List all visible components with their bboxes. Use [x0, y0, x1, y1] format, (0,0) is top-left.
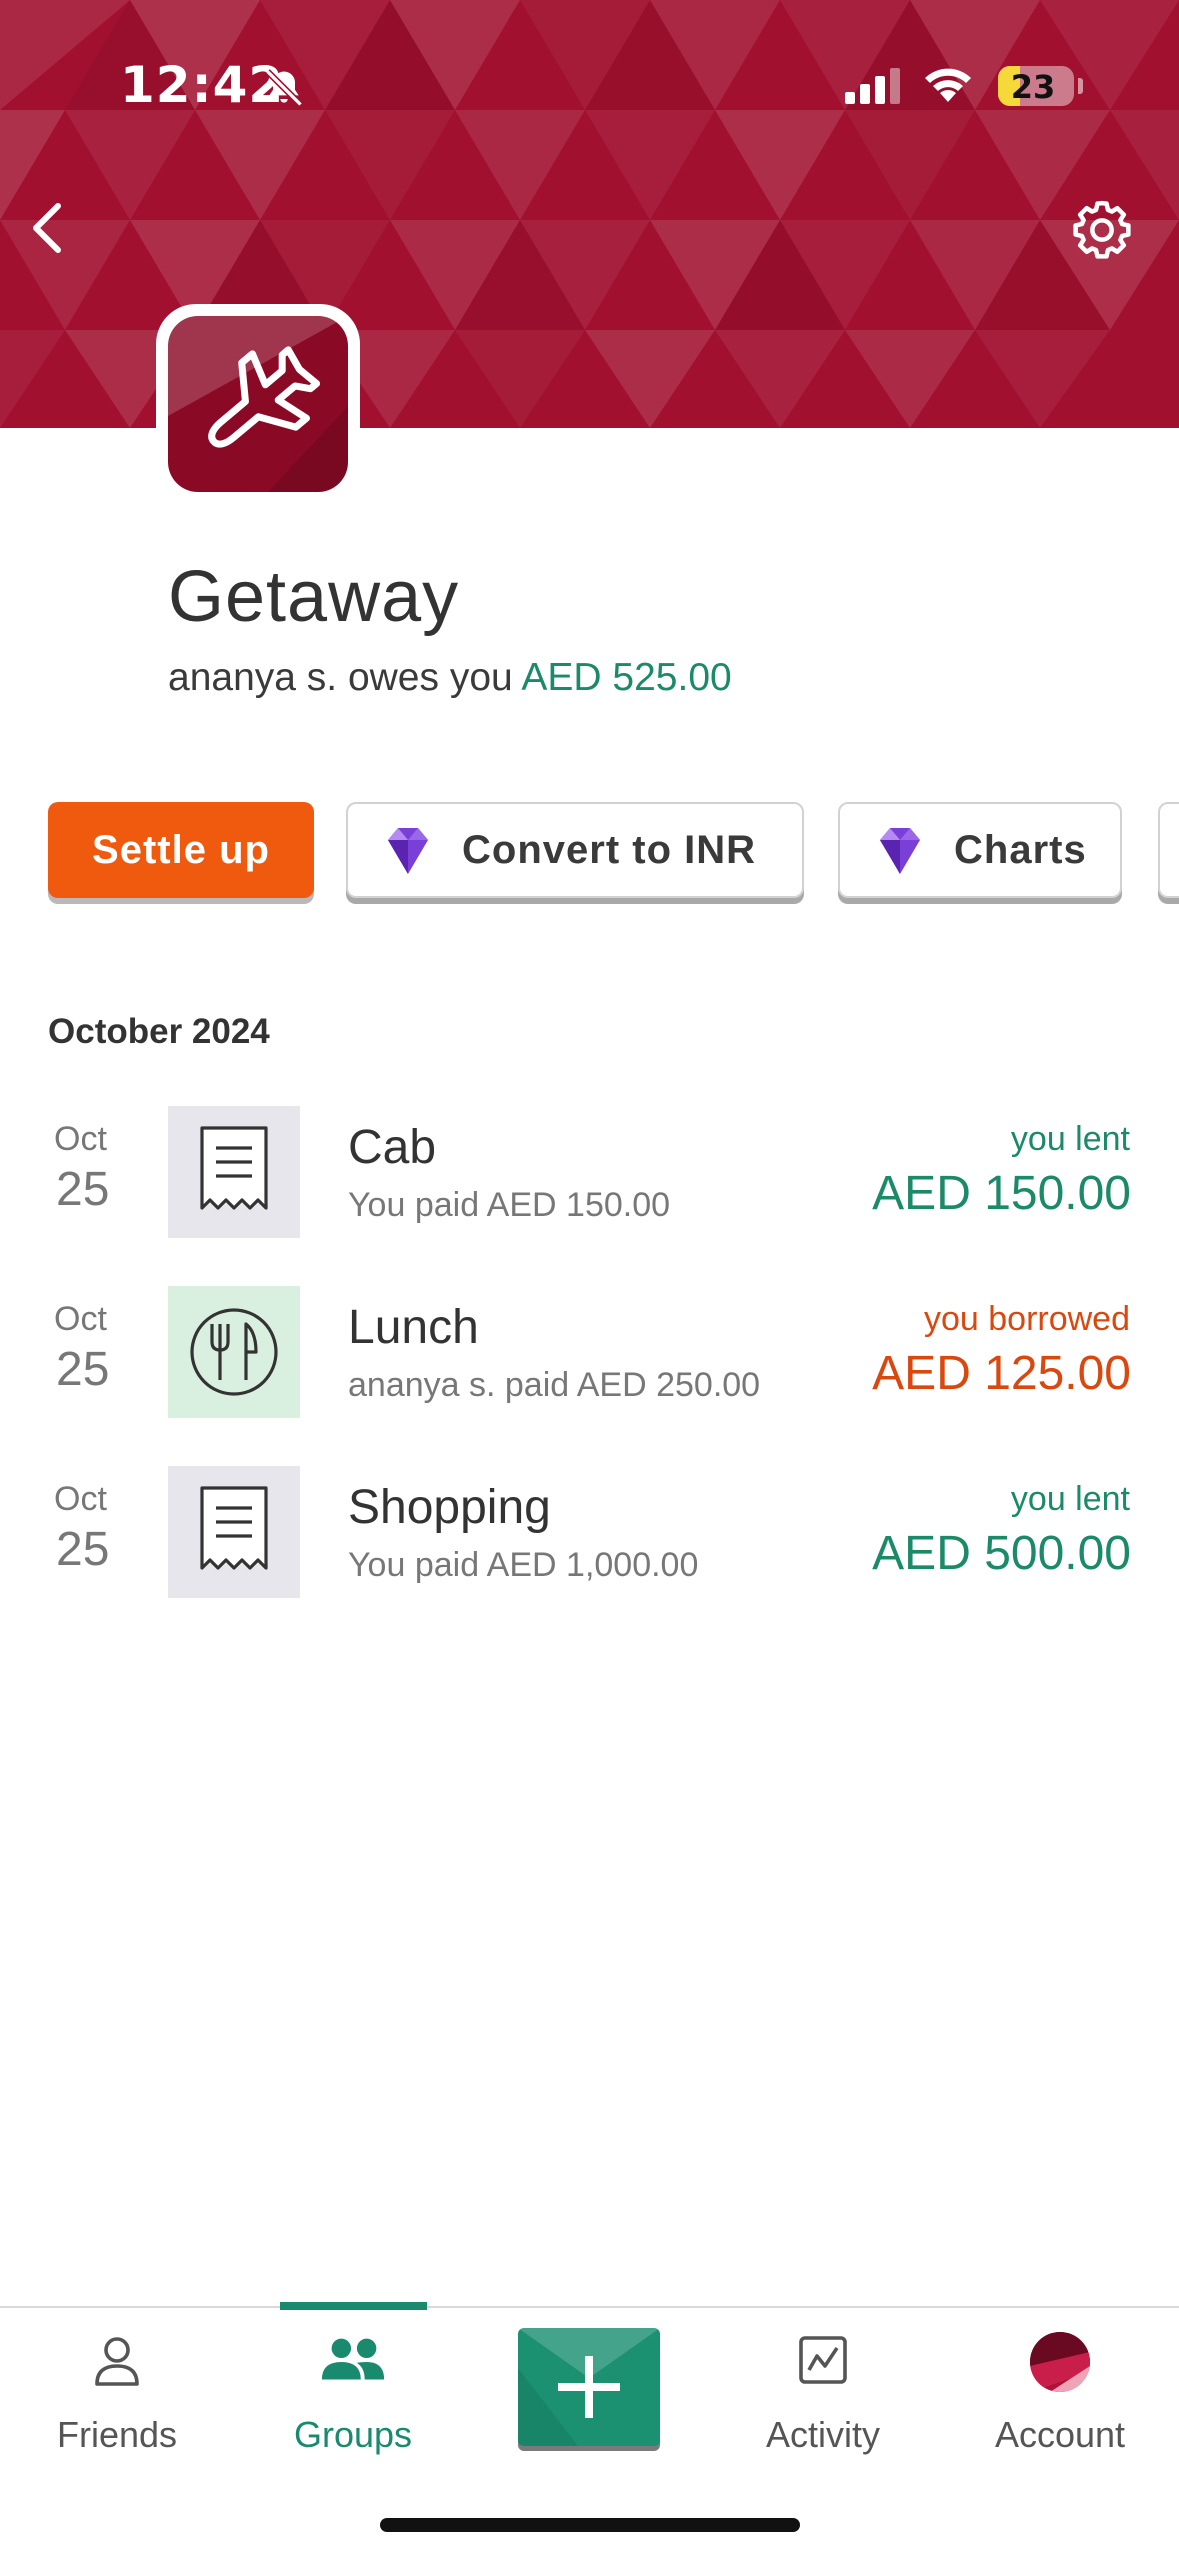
account-avatar-icon [1030, 2332, 1090, 2392]
expense-amount: AED 125.00 [872, 1347, 1131, 1400]
gem-icon [880, 828, 920, 874]
charts-label: Charts [954, 827, 1087, 872]
cellular-signal-icon [845, 68, 900, 104]
expense-amount: AED 500.00 [872, 1527, 1131, 1580]
expense-month: Oct [54, 1120, 107, 1158]
expense-day: 25 [56, 1343, 110, 1396]
settle-up-button[interactable]: Settle up [48, 802, 314, 898]
balance-prefix: ananya s. owes you [168, 656, 513, 699]
gear-icon [1073, 200, 1131, 259]
tab-friends[interactable]: Friends [17, 2308, 217, 2458]
expense-day: 25 [56, 1163, 110, 1216]
status-time: 12:42 [120, 56, 285, 114]
home-indicator [380, 2518, 800, 2532]
bell-slash-icon [265, 69, 303, 107]
expense-title: Shopping [348, 1481, 551, 1534]
receipt-icon [168, 1466, 300, 1598]
wifi-icon [925, 68, 971, 102]
add-expense-button[interactable] [518, 2328, 660, 2446]
expense-paid-by: You paid AED 1,000.00 [348, 1546, 699, 1584]
expense-title: Cab [348, 1121, 437, 1174]
people-icon [321, 2338, 385, 2380]
convert-currency-label: Convert to INR [462, 827, 756, 872]
receipt-icon [168, 1106, 300, 1238]
charts-button[interactable]: Charts [838, 802, 1122, 898]
tab-activity[interactable]: Activity [723, 2308, 923, 2458]
battery-level: 23 [1010, 68, 1056, 106]
tab-account[interactable]: Account [960, 2308, 1160, 2458]
airplane-icon [168, 316, 348, 492]
expense-status: you borrowed [923, 1300, 1130, 1338]
group-name: Getaway [168, 557, 460, 637]
status-bar: 12:42 23 [0, 0, 1179, 150]
expense-amount: AED 150.00 [872, 1167, 1131, 1220]
plus-icon [518, 2328, 660, 2446]
balance-amount: AED 525.00 [521, 656, 732, 699]
expense-row[interactable]: Oct 25 Lunch ananya s. paid AED 250.00 y… [0, 1286, 1179, 1426]
group-balance-summary: ananya s. owes you AED 525.00 [168, 656, 732, 700]
plate-fork-knife-icon [168, 1286, 300, 1418]
expense-status: you lent [1010, 1120, 1130, 1158]
chevron-left-icon [33, 203, 61, 253]
expense-month: Oct [54, 1300, 107, 1338]
expense-day: 25 [56, 1523, 110, 1576]
more-actions-button-partial[interactable] [1158, 802, 1179, 898]
expense-row[interactable]: Oct 25 Shopping You paid AED 1,000.00 yo… [0, 1466, 1179, 1606]
expense-status: you lent [1010, 1480, 1130, 1518]
expense-paid-by: ananya s. paid AED 250.00 [348, 1366, 761, 1404]
month-section-header: October 2024 [48, 1012, 270, 1051]
tab-label: Groups [293, 2414, 413, 2455]
expense-paid-by: You paid AED 150.00 [348, 1186, 671, 1224]
activity-chart-icon [799, 2336, 847, 2384]
back-button[interactable] [18, 198, 78, 258]
person-icon [95, 2337, 139, 2386]
tab-label: Activity [765, 2414, 880, 2455]
settle-up-label: Settle up [92, 827, 270, 872]
group-settings-button[interactable] [1068, 196, 1136, 264]
tab-label: Friends [56, 2414, 178, 2455]
battery-icon: 23 [998, 66, 1074, 106]
gem-icon [388, 828, 428, 874]
convert-currency-button[interactable]: Convert to INR [346, 802, 804, 898]
expense-title: Lunch [348, 1301, 479, 1354]
expense-month: Oct [54, 1480, 107, 1518]
group-avatar[interactable] [156, 304, 360, 504]
tab-label: Account [994, 2414, 1126, 2455]
expense-row[interactable]: Oct 25 Cab You paid AED 150.00 you lent … [0, 1106, 1179, 1246]
battery-nub [1078, 78, 1083, 94]
tab-groups[interactable]: Groups [253, 2308, 453, 2458]
group-actions-row: Settle up Convert to INR Charts [48, 802, 1179, 902]
